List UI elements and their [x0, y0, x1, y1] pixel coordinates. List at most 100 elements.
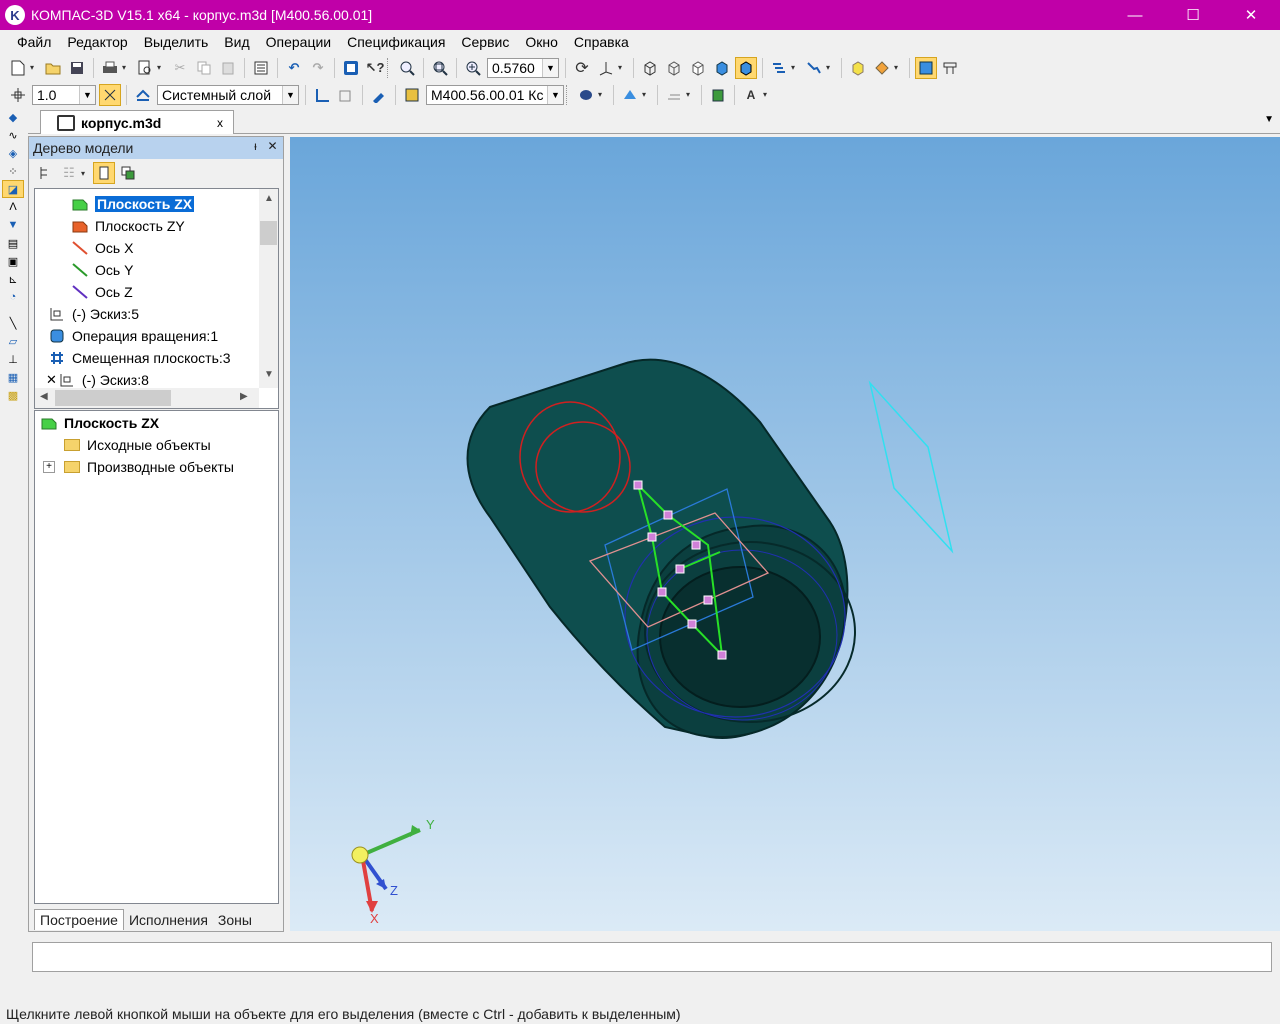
library-icon[interactable]	[707, 84, 729, 106]
designation-icon[interactable]	[401, 84, 423, 106]
scroll-thumb[interactable]	[260, 221, 277, 245]
close-panel-icon[interactable]: ✕	[264, 139, 281, 153]
relations-derived-item[interactable]: + Производные объекты	[43, 456, 234, 478]
cylinder-body[interactable]	[466, 358, 856, 739]
thin-hidden-icon[interactable]	[687, 57, 709, 79]
tree-horizontal-scrollbar[interactable]: ◀ ▶	[35, 388, 259, 408]
open-folder-icon[interactable]	[42, 57, 64, 79]
filter-funnel-icon[interactable]: ▼	[2, 216, 24, 234]
zoom-window-icon[interactable]	[396, 57, 418, 79]
report-icon[interactable]: ▣	[2, 252, 24, 270]
scroll-left-icon[interactable]: ◀	[40, 391, 48, 402]
tree-vertical-scrollbar[interactable]: ▲ ▼	[259, 189, 278, 388]
snap-step-icon[interactable]	[7, 84, 29, 106]
shaded-icon[interactable]	[711, 57, 733, 79]
filter-dropdown-icon[interactable]: ▾	[826, 63, 834, 72]
section-dropdown-icon[interactable]: ▾	[791, 63, 799, 72]
maximize-button[interactable]: ☐	[1164, 0, 1222, 30]
menu-file[interactable]: Файл	[9, 34, 59, 50]
tab-zones[interactable]: Зоны	[213, 910, 257, 930]
measure-tool-icon[interactable]: ⊾	[2, 270, 24, 288]
scroll-up-icon[interactable]: ▲	[264, 193, 274, 204]
color-dropdown-icon[interactable]: ▾	[642, 90, 650, 99]
tree-item-revolve-1[interactable]: Операция вращения:1	[49, 325, 218, 347]
chevron-down-icon[interactable]: ▼	[282, 85, 298, 104]
properties-dropdown-icon[interactable]: ▾	[686, 90, 694, 99]
copy-icon[interactable]	[193, 57, 215, 79]
minimize-button[interactable]: —	[1106, 0, 1164, 30]
orientation-icon[interactable]	[595, 57, 617, 79]
print-icon[interactable]	[99, 57, 121, 79]
tree-filter-icon[interactable]	[93, 162, 115, 184]
close-window-button[interactable]: ✕	[1222, 0, 1280, 30]
tree-item-axis-z[interactable]: Ось Z	[72, 281, 133, 303]
tree-item-plane-zy[interactable]: Плоскость ZY	[72, 215, 185, 237]
save-icon[interactable]	[66, 57, 88, 79]
print-dropdown-icon[interactable]: ▾	[122, 63, 130, 72]
menu-window[interactable]: Окно	[517, 34, 566, 50]
text-style-dropdown-icon[interactable]: ▾	[763, 90, 771, 99]
perspective-dropdown-icon[interactable]: ▾	[894, 63, 902, 72]
menu-specification[interactable]: Спецификация	[339, 34, 453, 50]
tab-versions[interactable]: Исполнения	[124, 910, 213, 930]
new-dropdown-icon[interactable]: ▾	[30, 63, 38, 72]
wireframe-icon[interactable]	[639, 57, 661, 79]
layer-icon[interactable]	[132, 84, 154, 106]
tree-relations-icon[interactable]	[117, 162, 139, 184]
surface-icon[interactable]: ◈	[2, 144, 24, 162]
menu-operations[interactable]: Операции	[258, 34, 340, 50]
cs-list-icon[interactable]	[335, 84, 357, 106]
document-tab[interactable]: корпус.m3d x	[40, 110, 234, 134]
zoom-scale-combo[interactable]: 0.5760 ▼	[487, 57, 559, 78]
manager-icon[interactable]	[340, 57, 362, 79]
mate-icon[interactable]: Λ	[2, 198, 24, 216]
axis-tool-icon[interactable]: ⊥	[2, 350, 24, 368]
redo-icon[interactable]: ↷	[307, 57, 329, 79]
array-icon[interactable]: ⁘	[2, 162, 24, 180]
filter-icon[interactable]	[803, 57, 825, 79]
tab-construction[interactable]: Построение	[34, 909, 124, 930]
layer-combo[interactable]: Системный слой ▼	[157, 84, 299, 105]
step-combo[interactable]: 1.0 ▼	[32, 84, 96, 105]
preview-icon[interactable]	[134, 57, 156, 79]
tree-item-axis-y[interactable]: Ось Y	[72, 259, 133, 281]
snap-grid-icon[interactable]	[99, 83, 121, 106]
section-icon[interactable]	[768, 57, 790, 79]
zx-plane-outline[interactable]	[868, 380, 954, 554]
plane-icon[interactable]: ▱	[2, 332, 24, 350]
close-tab-icon[interactable]: x	[217, 116, 233, 130]
properties-edit-icon[interactable]	[663, 84, 685, 106]
local-cs-icon[interactable]	[311, 84, 333, 106]
menu-editor[interactable]: Редактор	[59, 34, 135, 50]
expand-plus-icon[interactable]: +	[43, 461, 55, 473]
zoom-in-icon[interactable]	[462, 57, 484, 79]
relations-source-item[interactable]: Исходные объекты	[64, 434, 211, 456]
chevron-down-icon[interactable]: ▼	[547, 85, 563, 104]
designation-combo[interactable]: М400.56.00.01 Кс ▼	[426, 84, 564, 105]
menu-help[interactable]: Справка	[566, 34, 637, 50]
menu-view[interactable]: Вид	[216, 34, 257, 50]
menu-select[interactable]: Выделить	[136, 34, 217, 50]
pin-icon[interactable]: ᵻ	[247, 139, 264, 153]
chevron-down-icon[interactable]: ▼	[79, 85, 95, 104]
model-viewport[interactable]: Y Z X	[290, 137, 1280, 931]
menu-service[interactable]: Сервис	[453, 34, 517, 50]
shaded-edges-icon[interactable]	[735, 56, 757, 79]
tree-item-axis-x[interactable]: Ось X	[72, 237, 133, 259]
perspective-icon[interactable]	[871, 57, 893, 79]
orientation-dropdown-icon[interactable]: ▾	[618, 63, 626, 72]
line-icon[interactable]: ╲	[2, 314, 24, 332]
assembly-icon[interactable]: ▩	[2, 386, 24, 404]
hidden-lines-icon[interactable]	[663, 57, 685, 79]
measure-icon[interactable]	[939, 57, 961, 79]
command-input-area[interactable]	[32, 942, 1272, 972]
color-icon[interactable]	[619, 84, 641, 106]
cube-yellow-icon[interactable]	[847, 57, 869, 79]
scroll-down-icon[interactable]: ▼	[264, 369, 274, 380]
properties-icon[interactable]	[250, 57, 272, 79]
tree-item-sketch-5[interactable]: (-) Эскиз:5	[49, 303, 139, 325]
tree-item-plane-zx[interactable]: Плоскость ZX	[72, 193, 195, 215]
scroll-thumb[interactable]	[55, 390, 171, 406]
chevron-down-icon[interactable]: ▼	[542, 58, 558, 77]
scroll-right-icon[interactable]: ▶	[240, 391, 248, 402]
